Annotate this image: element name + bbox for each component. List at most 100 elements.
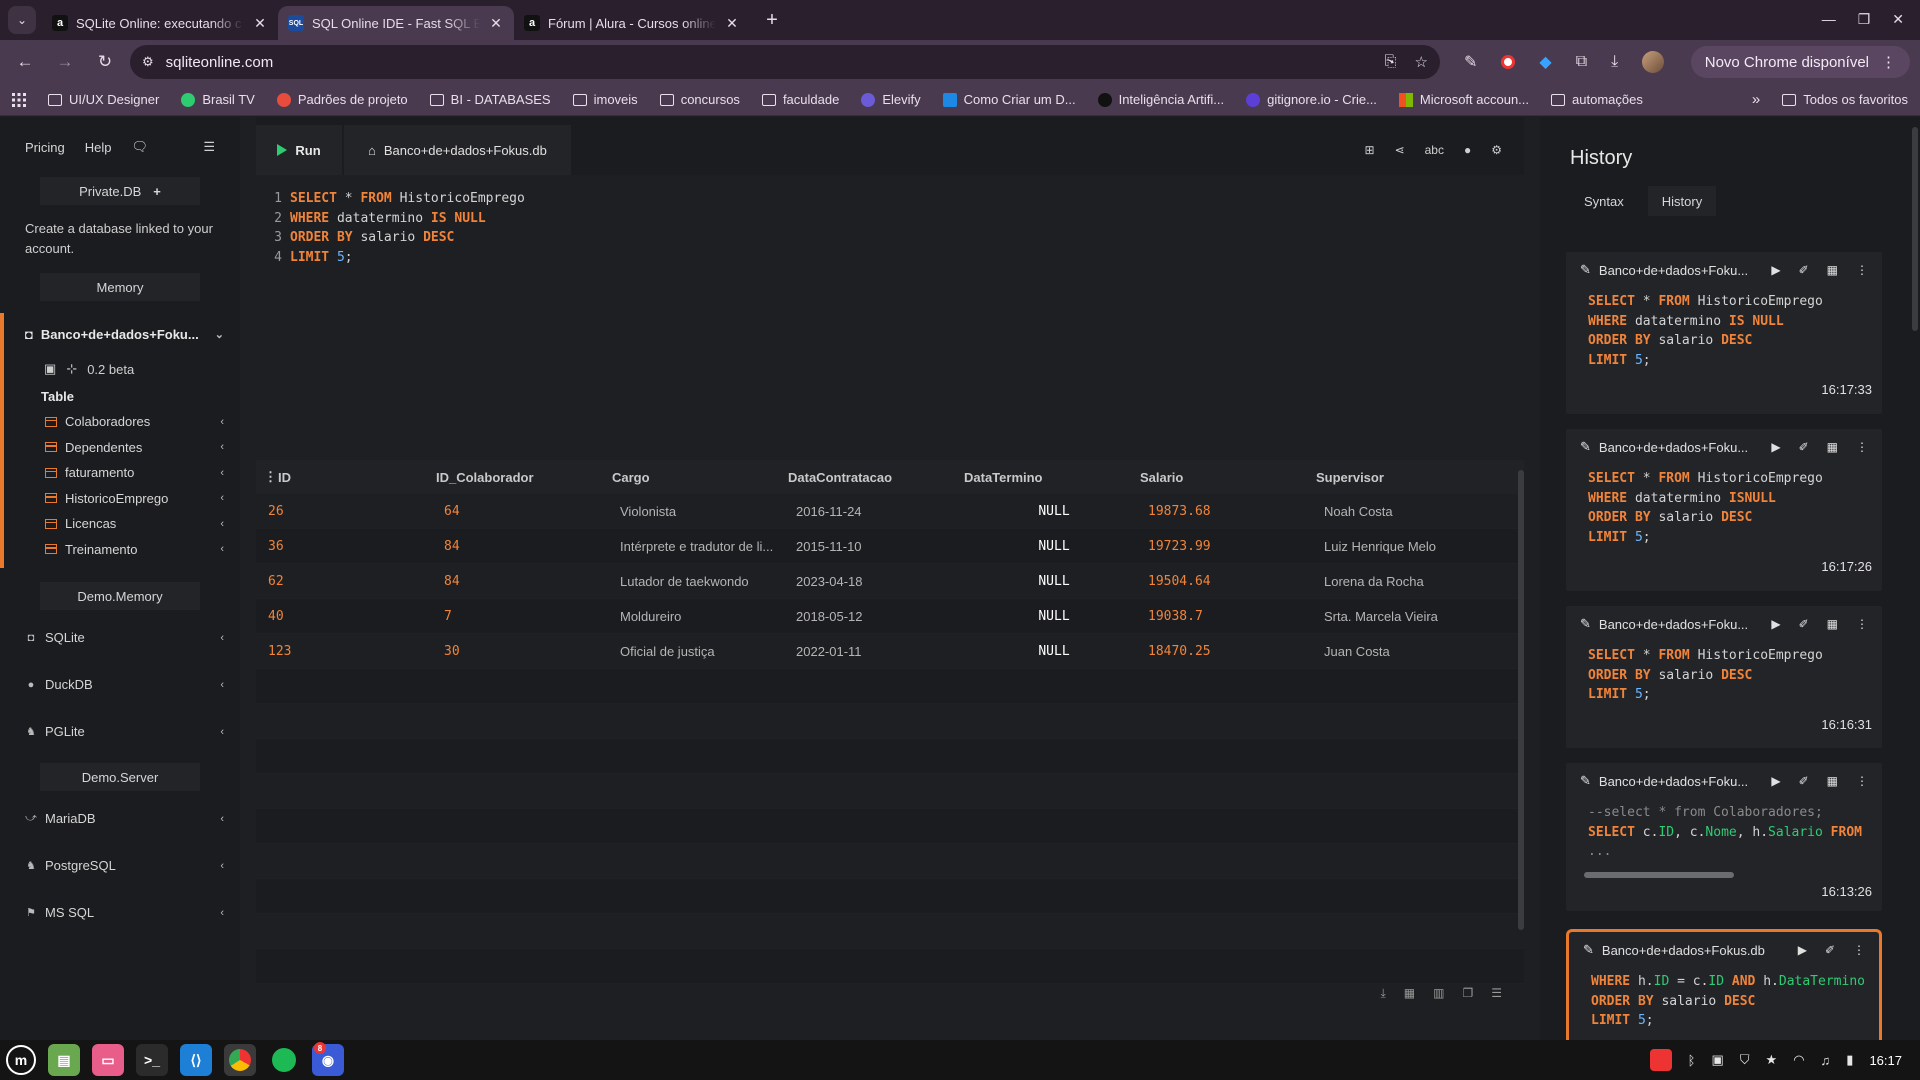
table-cell[interactable]: 2023-04-18: [784, 574, 960, 589]
table-row[interactable]: [256, 704, 1524, 739]
puzzle-icon[interactable]: ⧉: [1576, 53, 1587, 71]
column-menu-icon[interactable]: ⋮: [256, 469, 277, 485]
more-icon[interactable]: ⋮: [1853, 943, 1865, 957]
column-header[interactable]: ID_Colaborador: [424, 470, 600, 485]
card-sql[interactable]: SELECT * FROM HistoricoEmprego ORDER BY …: [1566, 642, 1882, 705]
table-row[interactable]: [256, 739, 1524, 774]
engine-pglite[interactable]: ♞ PGLite ‹: [0, 708, 240, 755]
files-icon[interactable]: ▭: [92, 1044, 124, 1076]
tab-history[interactable]: History: [1647, 186, 1717, 216]
table-cell[interactable]: Violonista: [608, 504, 784, 519]
wifi-icon[interactable]: ◠: [1793, 1052, 1804, 1068]
browser-tab-2[interactable]: SQL SQL Online IDE - Fast SQL Ed ✕: [278, 6, 514, 40]
table-cell[interactable]: NULL: [960, 644, 1136, 659]
table-cell[interactable]: 19038.7: [1136, 609, 1312, 624]
play-icon[interactable]: ▶: [1798, 943, 1807, 957]
table-row[interactable]: 123 30 Oficial de justiça 2022-01-11 NULL 184…: [256, 634, 1524, 669]
table-cell[interactable]: NULL: [960, 609, 1136, 624]
table-row[interactable]: 36 84 Intérprete e tradutor de li... 2015-1…: [256, 529, 1524, 564]
minimize-icon[interactable]: —: [1822, 11, 1836, 28]
card-sql[interactable]: SELECT * FROM HistoricoEmprego WHERE dat…: [1566, 288, 1882, 370]
table-cell[interactable]: 2018-05-12: [784, 609, 960, 624]
bookmark-link[interactable]: Microsoft accoun...: [1398, 92, 1529, 107]
browser-tab-3[interactable]: a Fórum | Alura - Cursos online ✕: [514, 6, 750, 40]
anydesk-icon[interactable]: [1649, 1049, 1672, 1071]
edit-icon[interactable]: ✐: [1799, 774, 1809, 788]
close-icon[interactable]: ✕: [252, 15, 268, 32]
table-cell[interactable]: Srta. Marcela Vieira: [1312, 609, 1488, 624]
add-icon[interactable]: ⊞: [1365, 143, 1375, 157]
table-cell[interactable]: 84: [432, 539, 608, 554]
card-sql[interactable]: SELECT * FROM HistoricoEmprego WHERE dat…: [1566, 465, 1882, 547]
table-cell[interactable]: 123: [256, 644, 432, 659]
table-cell[interactable]: Lutador de taekwondo: [608, 574, 784, 589]
music-icon[interactable]: ♫: [1821, 1053, 1831, 1068]
table-cell[interactable]: 30: [432, 644, 608, 659]
file-tab[interactable]: ⌂ Banco+de+dados+Fokus.db: [344, 125, 571, 175]
column-header[interactable]: Salario: [1128, 470, 1304, 485]
table-row[interactable]: [256, 844, 1524, 879]
table-cell[interactable]: NULL: [960, 504, 1136, 519]
record-icon[interactable]: [1501, 55, 1516, 69]
chevron-down-icon[interactable]: ⌄: [215, 328, 224, 341]
table-cell[interactable]: Moldureiro: [608, 609, 784, 624]
table-cell[interactable]: NULL: [960, 539, 1136, 554]
table-cell[interactable]: 19723.99: [1136, 539, 1312, 554]
grid-icon[interactable]: ▦: [1827, 263, 1838, 277]
sql-editor[interactable]: 1 SELECT * FROM HistoricoEmprego 2 WHERE d…: [256, 175, 1524, 445]
menu-icon[interactable]: ☰: [1491, 986, 1502, 1000]
private-db-section[interactable]: Private.DB +: [40, 177, 200, 205]
share-icon[interactable]: ⋖: [1395, 143, 1405, 157]
column-header[interactable]: DataContratacao: [776, 470, 952, 485]
bookmark-folder[interactable]: faculdade: [761, 92, 839, 107]
grid-icon[interactable]: ▦: [1827, 774, 1838, 788]
user-icon[interactable]: ●: [1464, 143, 1471, 157]
eyedropper-icon[interactable]: ✎: [1464, 52, 1477, 72]
edit-icon[interactable]: ✐: [1799, 263, 1809, 277]
plus-icon[interactable]: +: [153, 184, 161, 199]
card-sql[interactable]: --select * from Colaboradores; SELECT c.…: [1566, 799, 1882, 862]
back-icon[interactable]: ←: [10, 47, 40, 77]
table-row[interactable]: 40 7 Moldureiro 2018-05-12 NULL 19038.7 Srta. …: [256, 599, 1524, 634]
more-icon[interactable]: ⋮: [1856, 617, 1868, 631]
new-tab-button[interactable]: +: [758, 6, 786, 34]
history-scrollbar[interactable]: [1912, 127, 1918, 331]
play-icon[interactable]: ▶: [1771, 774, 1780, 788]
table-cell[interactable]: 40: [256, 609, 432, 624]
extension-icon[interactable]: ◆: [1539, 52, 1551, 72]
grid-icon[interactable]: ▦: [1827, 440, 1838, 454]
app-grid-icon[interactable]: ▤: [48, 1044, 80, 1076]
table-cell[interactable]: 19504.64: [1136, 574, 1312, 589]
column-header[interactable]: ID: [266, 470, 424, 485]
bookmark-folder[interactable]: automações: [1551, 92, 1643, 107]
table-row[interactable]: [256, 809, 1524, 844]
shield-icon[interactable]: ⛉: [1740, 1052, 1750, 1068]
edit-icon[interactable]: ✐: [1799, 617, 1809, 631]
clipboard-icon[interactable]: ▣: [1711, 1052, 1723, 1068]
bookmark-link[interactable]: Brasil TV: [181, 92, 255, 107]
engine-mariadb[interactable]: ⤻ MariaDB ‹: [0, 795, 240, 842]
table-row[interactable]: 26 64 Violonista 2016-11-24 NULL 19873.68 Noah…: [256, 494, 1524, 529]
grid-scrollbar[interactable]: [1518, 470, 1524, 930]
apps-icon[interactable]: [12, 92, 26, 107]
table-item[interactable]: Dependentes ‹: [4, 435, 240, 461]
more-icon[interactable]: ⋮: [1856, 440, 1868, 454]
tab-syntax[interactable]: Syntax: [1570, 186, 1638, 216]
bookmark-folder[interactable]: BI - DATABASES: [429, 92, 551, 107]
table-item[interactable]: Treinamento ‹: [4, 537, 240, 563]
table-cell[interactable]: 84: [432, 574, 608, 589]
star-icon[interactable]: ★: [1766, 1052, 1778, 1068]
close-icon[interactable]: ✕: [724, 15, 740, 32]
bookmark-link[interactable]: Elevify: [861, 92, 921, 107]
table-cell[interactable]: 2022-01-11: [784, 644, 960, 659]
table-view-icon[interactable]: ▦: [1404, 986, 1415, 1000]
table-item[interactable]: Colaboradores ‹: [4, 409, 240, 435]
engine-sqlite[interactable]: ◘ SQLite ‹: [0, 614, 240, 661]
bookmark-folder[interactable]: UI/UX Designer: [48, 92, 159, 107]
bookmark-link[interactable]: Padrões de projeto: [276, 92, 408, 107]
spellcheck-icon[interactable]: abc: [1425, 143, 1444, 157]
maximize-icon[interactable]: ❐: [1858, 11, 1871, 28]
table-cell[interactable]: Juan Costa: [1312, 644, 1488, 659]
bookmark-star-icon[interactable]: ☆: [1415, 53, 1428, 71]
more-icon[interactable]: ⋮: [1856, 774, 1868, 788]
